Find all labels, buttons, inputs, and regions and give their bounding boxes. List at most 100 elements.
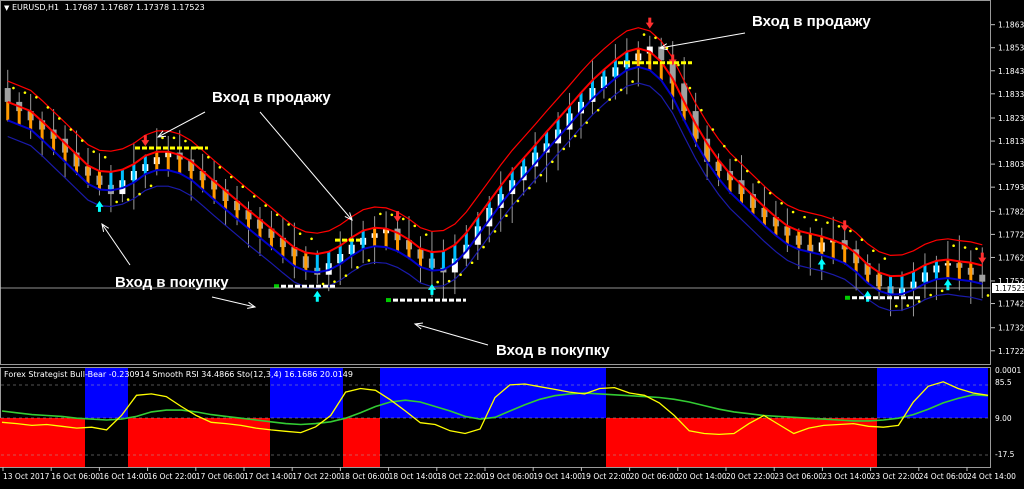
trailing-stop-dot xyxy=(883,257,887,260)
trailing-stop-dot xyxy=(860,238,864,241)
time-tick-label: 24 Oct 14:00 xyxy=(967,472,1016,481)
trailing-stop-dot xyxy=(872,249,875,253)
trailing-stop-dot xyxy=(149,184,153,188)
bear-zone xyxy=(606,418,877,467)
indicator-level-label: 9.00 xyxy=(995,414,1012,423)
trailing-stop-dot xyxy=(539,173,543,177)
price-pane[interactable] xyxy=(0,0,991,365)
trailing-stop-dot xyxy=(849,229,852,233)
trailing-stop-dot xyxy=(596,108,600,112)
trailing-stop-dot xyxy=(734,158,738,162)
trailing-stop-dot xyxy=(516,199,520,203)
current-price-label: 1.17523 xyxy=(995,284,1024,293)
trailing-stop-dot xyxy=(963,246,967,249)
trailing-stop-dot xyxy=(654,36,657,40)
trailing-stop-dot xyxy=(470,261,474,265)
trailing-stop-dot xyxy=(791,210,795,214)
trailing-stop-dot xyxy=(688,86,692,90)
time-tick-label: 20 Oct 06:00 xyxy=(630,472,679,481)
candle-body xyxy=(4,88,11,102)
trailing-stop-dot xyxy=(424,233,428,236)
trailing-stop-dot xyxy=(367,259,371,262)
trailing-stop-dot xyxy=(723,144,726,148)
trailing-stop-dot xyxy=(207,155,210,159)
trailing-stop-dot xyxy=(631,80,634,83)
time-tick-label: 17 Oct 14:00 xyxy=(244,472,293,481)
trailing-stop-dot xyxy=(58,117,61,120)
time-tick-label: 19 Oct 22:00 xyxy=(581,472,630,481)
trailing-stop-dot xyxy=(218,166,222,169)
time-tick-label: 23 Oct 06:00 xyxy=(774,472,823,481)
price-tick-label: 1.18335 xyxy=(998,90,1024,99)
trailing-stop-dot xyxy=(642,33,646,36)
trailing-stop-dot xyxy=(390,213,394,217)
trailing-stop-dot xyxy=(745,169,749,173)
time-tick-label: 16 Oct 22:00 xyxy=(148,472,197,481)
price-tick-label: 1.17425 xyxy=(998,300,1024,309)
trailing-stop-dot xyxy=(619,88,623,92)
time-tick-label: 19 Oct 14:00 xyxy=(533,472,582,481)
price-tick-label: 1.18230 xyxy=(998,114,1024,123)
time-tick-label: 23 Oct 22:00 xyxy=(871,472,920,481)
trailing-stop-dot xyxy=(356,266,359,269)
time-tick-label: 23 Oct 14:00 xyxy=(822,472,871,481)
price-tick-label: 1.17220 xyxy=(998,347,1024,356)
trailing-stop-dot xyxy=(975,247,978,251)
trailing-stop-dot xyxy=(80,139,84,142)
time-tick-label: 13 Oct 2017 xyxy=(3,472,50,481)
indicator-header: Forex Strategist Bull-Bear -0.230914 Smo… xyxy=(4,370,353,379)
trailing-stop-dot xyxy=(952,244,955,247)
price-tick-label: 1.17320 xyxy=(998,324,1024,333)
trailing-stop-dot xyxy=(103,155,107,159)
trailing-stop-dot xyxy=(493,230,497,233)
symbol-label: EURUSD,H1 xyxy=(11,3,60,12)
trailing-stop-dot xyxy=(447,279,451,283)
trailing-stop-dot xyxy=(46,106,50,109)
trailing-stop-dot xyxy=(92,150,96,153)
trailing-stop-dot xyxy=(573,134,577,138)
trailing-stop-dot xyxy=(413,224,417,228)
trailing-stop-dot xyxy=(505,214,508,218)
price-tick-label: 1.18030 xyxy=(998,160,1024,169)
trailing-stop-dot xyxy=(230,175,233,179)
trailing-stop-dot xyxy=(585,121,589,124)
trailing-stop-dot xyxy=(275,213,279,217)
trailing-stop-dot xyxy=(69,128,73,131)
time-tick-label: 24 Oct 06:00 xyxy=(919,472,968,481)
time-tick-label: 16 Oct 14:00 xyxy=(99,472,148,481)
collapse-arrow-icon[interactable]: ▼ xyxy=(4,4,9,12)
trailing-stop-dot xyxy=(252,195,256,198)
ohlc-values: 1.17687 1.17687 1.17378 1.17523 xyxy=(64,3,205,12)
buy-entry-annotation: Вход в покупку xyxy=(115,274,229,291)
price-tick-label: 1.17825 xyxy=(998,207,1024,216)
trailing-stop-dot xyxy=(940,289,944,293)
trailing-stop-dot xyxy=(894,304,898,308)
trailing-stop-dot xyxy=(298,232,302,236)
trailing-stop-dot xyxy=(826,221,829,224)
trailing-stop-dot xyxy=(401,217,405,221)
indicator-level-label: -17.5 xyxy=(995,450,1015,459)
trailing-stop-dot xyxy=(12,86,15,90)
trailing-stop-dot xyxy=(608,98,611,101)
trailing-stop-dot xyxy=(757,180,760,184)
trailing-stop-dot xyxy=(803,215,806,219)
trailing-stop-dot xyxy=(184,139,187,143)
time-tick-label: 18 Oct 14:00 xyxy=(389,472,438,481)
buy-entry-marker xyxy=(845,295,850,300)
time-tick-label: 17 Oct 22:00 xyxy=(292,472,341,481)
trailing-stop-dot xyxy=(814,218,818,222)
trailing-stop-dot xyxy=(700,108,703,112)
trailing-stop-dot xyxy=(35,95,38,99)
candle-body xyxy=(979,274,986,282)
chart-canvas[interactable]: Вход в продажу Вход в продажу Вход в покуп… xyxy=(0,0,1024,485)
trailing-stop-dot xyxy=(917,300,921,303)
trailing-stop-dot xyxy=(264,204,267,207)
bear-zone xyxy=(343,418,380,467)
trailing-stop-dot xyxy=(241,185,245,188)
trailing-stop-dot xyxy=(379,212,382,216)
trading-chart-window: Вход в продажу Вход в продажу Вход в покуп… xyxy=(0,0,1024,485)
time-tick-label: 18 Oct 06:00 xyxy=(340,472,389,481)
price-tick-label: 1.18435 xyxy=(998,67,1024,76)
price-tick-label: 1.18635 xyxy=(998,21,1024,30)
time-tick-label: 17 Oct 06:00 xyxy=(196,472,245,481)
